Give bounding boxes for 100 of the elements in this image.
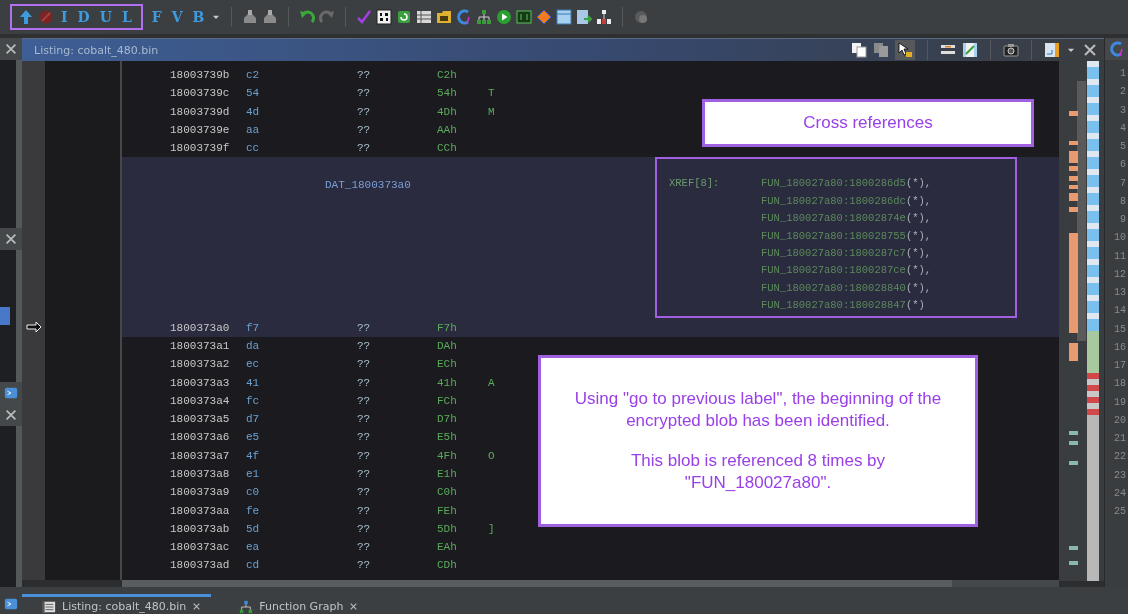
window-icon[interactable] bbox=[4, 386, 18, 400]
address-text: 1800373a9 bbox=[170, 486, 231, 499]
byte-text: f7 bbox=[246, 321, 261, 334]
graph-icon bbox=[239, 599, 254, 614]
line-number: 19 bbox=[1113, 395, 1127, 410]
line-number: 10 bbox=[1113, 231, 1127, 246]
mnemonic-text: ?? bbox=[357, 504, 372, 517]
byte-text: e5 bbox=[246, 431, 261, 444]
line-number: 24 bbox=[1113, 486, 1127, 501]
xref-suffix: (*), bbox=[905, 264, 932, 277]
xref-link[interactable]: FUN_180027a80:1800287c7 bbox=[761, 247, 906, 259]
line-number: 6 bbox=[1119, 158, 1127, 173]
line-number: 8 bbox=[1119, 194, 1127, 209]
blocks-icon[interactable] bbox=[596, 9, 613, 25]
address-text: 1800373a7 bbox=[170, 449, 231, 462]
line-number: 7 bbox=[1119, 176, 1127, 191]
arc-icon[interactable] bbox=[456, 9, 473, 25]
value-text: DAh bbox=[437, 339, 458, 352]
listing-row[interactable]: 1800373a0 f7 ?? F7h bbox=[122, 318, 1059, 337]
play-icon[interactable] bbox=[496, 9, 513, 25]
xref-link[interactable]: FUN_180027a80:1800286d5 bbox=[761, 177, 906, 190]
close-icon[interactable] bbox=[4, 42, 18, 56]
byte-text: fe bbox=[246, 504, 261, 517]
stamp-icon[interactable] bbox=[262, 9, 279, 25]
xref-link[interactable]: FUN_180027a80:180028847 bbox=[761, 299, 906, 312]
copy-icon[interactable] bbox=[851, 42, 867, 58]
address-text: 1800373ad bbox=[170, 559, 231, 572]
xref-suffix: (*) bbox=[905, 299, 925, 312]
xref-link[interactable]: FUN_180027a80:18002874e bbox=[761, 212, 906, 225]
listing-icon bbox=[42, 599, 56, 614]
xref-suffix: (*), bbox=[905, 229, 932, 242]
mnemonic-text: ?? bbox=[357, 413, 372, 426]
mnemonic-text: ?? bbox=[357, 87, 372, 100]
tree-icon[interactable] bbox=[476, 9, 493, 25]
byte-text: ec bbox=[246, 358, 261, 371]
value-text: EAh bbox=[437, 541, 458, 554]
mnemonic-text: ?? bbox=[357, 468, 372, 480]
byte-text: 5d bbox=[246, 522, 261, 535]
address-text: 1800373a2 bbox=[170, 358, 231, 371]
byte-text: 54 bbox=[246, 87, 261, 100]
address-text: 1800373a1 bbox=[170, 339, 231, 352]
undo-icon[interactable] bbox=[299, 9, 316, 25]
line-number: 1 bbox=[1119, 67, 1127, 81]
toolbar-button[interactable]: V bbox=[168, 9, 186, 25]
address-text: 1800373ac bbox=[170, 541, 231, 554]
document-icon[interactable] bbox=[1044, 42, 1060, 58]
close-icon[interactable] bbox=[192, 602, 202, 611]
folder-icon[interactable] bbox=[436, 9, 453, 25]
char-text: O bbox=[488, 449, 495, 462]
stamp-icon[interactable] bbox=[242, 9, 259, 25]
toolbar-button[interactable]: U bbox=[96, 9, 115, 25]
table-icon[interactable] bbox=[416, 9, 433, 25]
arrow-icon bbox=[25, 319, 42, 335]
callout-text: Using "go to previous label", the beginning of the encrypted blob has been identified. bbox=[573, 387, 943, 432]
binary-icon[interactable] bbox=[376, 9, 393, 25]
address-text: 18003739e bbox=[170, 124, 231, 137]
close-icon[interactable] bbox=[349, 602, 359, 611]
xref-link[interactable]: FUN_180027a80:180028755 bbox=[761, 229, 906, 242]
arc-icon[interactable] bbox=[1108, 41, 1125, 57]
line-number: 16 bbox=[1113, 340, 1127, 355]
export-icon[interactable] bbox=[576, 9, 593, 25]
mnemonic-text: ?? bbox=[357, 522, 372, 535]
byte-text: cd bbox=[246, 559, 261, 572]
close-icon[interactable] bbox=[1082, 42, 1098, 58]
toolbar-button[interactable]: B bbox=[189, 9, 208, 25]
overview-bar-drawing[interactable] bbox=[1059, 61, 1104, 581]
line-number: 25 bbox=[1113, 505, 1127, 519]
diamond-icon[interactable] bbox=[536, 9, 553, 25]
toolbar-button[interactable]: I bbox=[58, 9, 71, 25]
xref-link[interactable]: FUN_180027a80:180028840 bbox=[761, 281, 906, 294]
xref-link[interactable]: FUN_180027a80:1800286dc bbox=[761, 194, 906, 207]
split-icon[interactable] bbox=[962, 42, 978, 58]
cursor-icon[interactable] bbox=[895, 40, 915, 60]
window-icon[interactable] bbox=[556, 9, 573, 25]
line-number: 5 bbox=[1119, 140, 1127, 154]
xref-suffix: (*), bbox=[905, 194, 932, 207]
editor-tab[interactable]: Listing: cobalt_480.bin bbox=[22, 594, 212, 614]
refresh-icon[interactable] bbox=[396, 9, 413, 25]
address-text: 1800373a0 bbox=[170, 321, 231, 334]
mnemonic-text: ?? bbox=[357, 559, 372, 572]
toolbar-button[interactable]: L bbox=[118, 9, 135, 25]
window-icon[interactable] bbox=[4, 597, 18, 611]
toolbar-button[interactable]: F bbox=[148, 9, 165, 25]
byte-text: cc bbox=[246, 142, 261, 155]
close-icon[interactable] bbox=[4, 232, 18, 246]
value-text: FCh bbox=[437, 394, 458, 407]
camera-icon[interactable] bbox=[1003, 42, 1019, 58]
pages-icon[interactable] bbox=[873, 42, 889, 58]
address-text: 18003739b bbox=[170, 69, 231, 82]
up-arrow-icon[interactable] bbox=[18, 9, 34, 25]
close-icon[interactable] bbox=[4, 408, 18, 422]
check-icon[interactable] bbox=[356, 9, 373, 25]
mnemonic-text: ?? bbox=[357, 358, 372, 371]
address-text: 1800373ab bbox=[170, 522, 231, 535]
xref-link[interactable]: FUN_180027a80:1800287ce bbox=[761, 264, 906, 277]
editor-tab[interactable]: Function Graph bbox=[219, 594, 369, 614]
address-text: 1800373a8 bbox=[170, 468, 231, 480]
value-text: 5Dh bbox=[437, 522, 458, 535]
char-text: T bbox=[488, 87, 495, 100]
toolbar-button[interactable]: D bbox=[74, 9, 93, 25]
